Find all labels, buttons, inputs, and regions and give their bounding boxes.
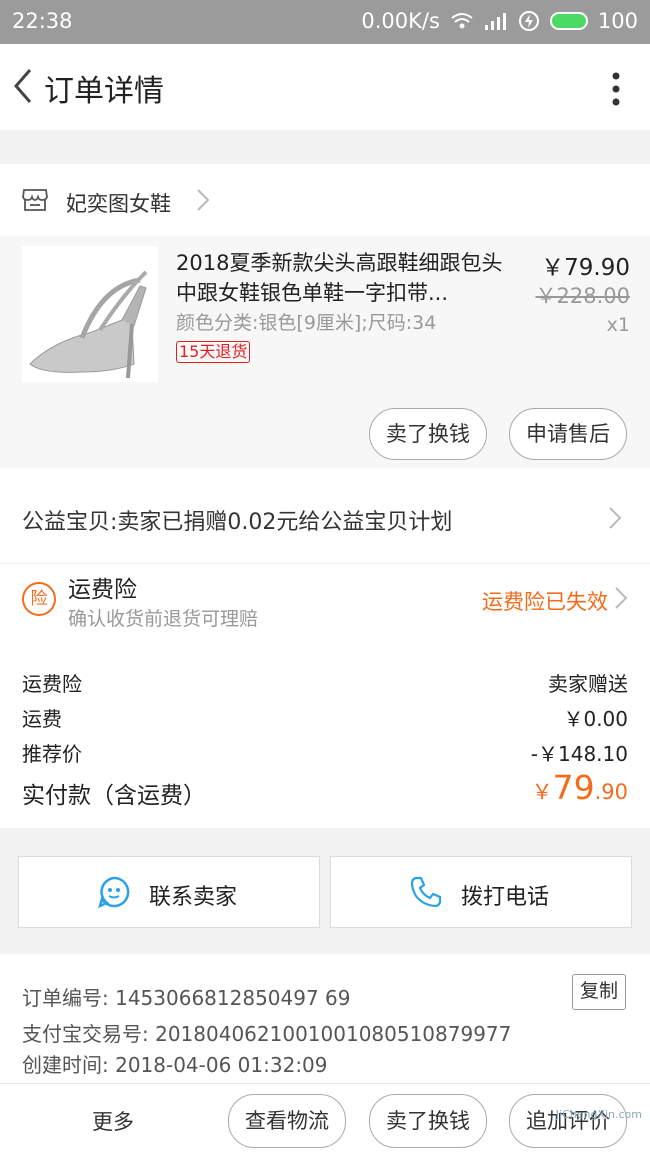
- battery-level: 100: [597, 9, 638, 33]
- chevron-right-icon: [609, 507, 622, 529]
- fee-row: 推荐价 -￥148.10: [22, 738, 628, 767]
- back-arrow-icon[interactable]: [8, 66, 38, 106]
- product-quantity: x1: [606, 314, 630, 336]
- watermark: JiChengXin.com: [555, 1108, 642, 1121]
- fee-value: -￥148.10: [530, 742, 628, 766]
- signal-icon: [484, 13, 506, 30]
- insurance-icon: 险: [22, 582, 56, 616]
- product-title[interactable]: 2018夏季新款尖头高跟鞋细跟包头中跟女鞋银色单鞋一字扣带...: [176, 248, 506, 308]
- after-sale-button[interactable]: 申请售后: [509, 408, 627, 460]
- total-label: 实付款（含运费）: [22, 783, 206, 809]
- status-time: 22:38: [12, 9, 73, 33]
- contact-seller-button[interactable]: 联系卖家: [18, 856, 320, 928]
- status-bar: 22:38 0.00K/s 100: [0, 0, 650, 44]
- fee-value: 卖家赠送: [548, 672, 628, 696]
- wifi-icon: [451, 13, 473, 29]
- chevron-right-icon: [197, 189, 210, 211]
- shop-row[interactable]: 妃奕图女鞋: [0, 164, 650, 236]
- insurance-status[interactable]: 运费险已失效: [482, 586, 608, 616]
- created-time: 创建时间: 2018-04-06 01:32:09: [22, 1053, 328, 1077]
- charity-text: 公益宝贝:卖家已捐赠0.02元给公益宝贝计划: [22, 510, 453, 535]
- order-info: 订单编号: 1453066812850497 69 复制 支付宝交易号: 201…: [0, 954, 650, 1084]
- product-card[interactable]: 2018夏季新款尖头高跟鞋细跟包头中跟女鞋银色单鞋一字扣带... 颜色分类:银色…: [0, 236, 650, 468]
- battery-icon: [549, 12, 588, 30]
- contact-seller-label: 联系卖家: [149, 885, 238, 910]
- store-icon: [22, 189, 48, 211]
- fee-label: 运费险: [22, 672, 82, 696]
- sell-button[interactable]: 卖了换钱: [369, 408, 487, 460]
- chevron-right-icon: [615, 587, 628, 609]
- copy-button[interactable]: 复制: [572, 974, 626, 1010]
- more-button[interactable]: 更多: [92, 1106, 134, 1136]
- sell-button[interactable]: 卖了换钱: [369, 1094, 487, 1148]
- total-integer: 79: [552, 768, 595, 807]
- fee-label: 运费: [22, 707, 62, 731]
- fee-row: 运费 ￥0.00: [22, 703, 628, 732]
- product-price: ￥79.90: [541, 255, 630, 281]
- contact-section: 联系卖家 拨打电话: [0, 846, 650, 940]
- alipay-number: 支付宝交易号: 2018040621001001080510879977: [22, 1022, 512, 1046]
- network-speed: 0.00K/s: [361, 9, 440, 33]
- original-price: ￥228.00: [535, 284, 630, 308]
- shoe-illustration: [22, 246, 158, 382]
- chat-face-icon: [98, 876, 130, 909]
- nav-bar: 订单详情: [0, 44, 650, 130]
- fee-row: 运费险 卖家赠送: [22, 668, 628, 697]
- fee-value: ￥0.00: [563, 707, 628, 731]
- fee-label: 推荐价: [22, 742, 82, 766]
- call-button[interactable]: 拨打电话: [330, 856, 632, 928]
- shop-name[interactable]: 妃奕图女鞋: [66, 188, 171, 218]
- fee-summary: 运费险 卖家赠送 运费 ￥0.00 推荐价 -￥148.10 实付款（含运费） …: [0, 648, 650, 828]
- status-right: 0.00K/s 100: [361, 9, 638, 33]
- insurance-title: 运费险: [68, 577, 137, 603]
- bottom-action-bar: 更多 查看物流 卖了换钱 追加评价: [0, 1083, 650, 1155]
- phone-icon: [410, 876, 442, 908]
- page-title: 订单详情: [44, 74, 164, 109]
- add-review-button[interactable]: 追加评价: [509, 1094, 627, 1148]
- total-amount: ￥79.90: [532, 768, 628, 807]
- more-options-icon[interactable]: [612, 72, 620, 106]
- product-attributes: 颜色分类:银色[9厘米];尺码:34: [176, 312, 437, 334]
- total-row: 实付款（含运费） ￥79.90: [22, 768, 628, 810]
- charity-row[interactable]: 公益宝贝:卖家已捐赠0.02元给公益宝贝计划: [0, 468, 650, 564]
- product-image[interactable]: [22, 246, 158, 382]
- order-number: 订单编号: 1453066812850497 69: [22, 986, 351, 1010]
- shipping-insurance-row[interactable]: 险 运费险 确认收货前退货可理赔 运费险已失效: [0, 564, 650, 648]
- view-logistics-button[interactable]: 查看物流: [228, 1094, 346, 1148]
- insurance-subtitle: 确认收货前退货可理赔: [68, 608, 259, 630]
- total-currency: ￥: [531, 780, 553, 804]
- call-label: 拨打电话: [461, 885, 550, 910]
- total-decimal: .90: [594, 780, 628, 804]
- return-policy-badge: 15天退货: [176, 341, 251, 363]
- charging-icon: [518, 11, 539, 31]
